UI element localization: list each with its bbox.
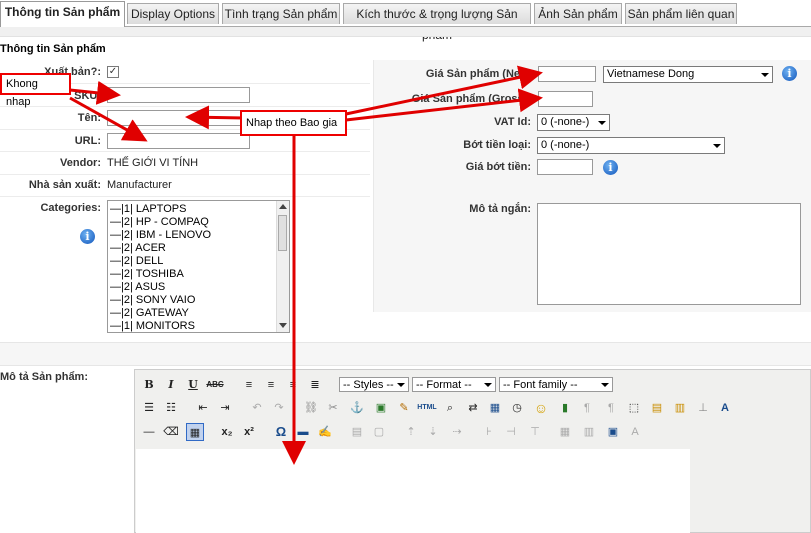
annotation-nhap-theo-bao-gia: Nhap theo Bao gia [240,110,347,136]
arrow-to-url [69,96,148,142]
annotation-arrows [69,65,543,465]
annotation-khong-nhap: Khong nhap [0,73,71,108]
arrow-to-name [185,105,245,130]
arrow-to-sku [69,80,121,105]
